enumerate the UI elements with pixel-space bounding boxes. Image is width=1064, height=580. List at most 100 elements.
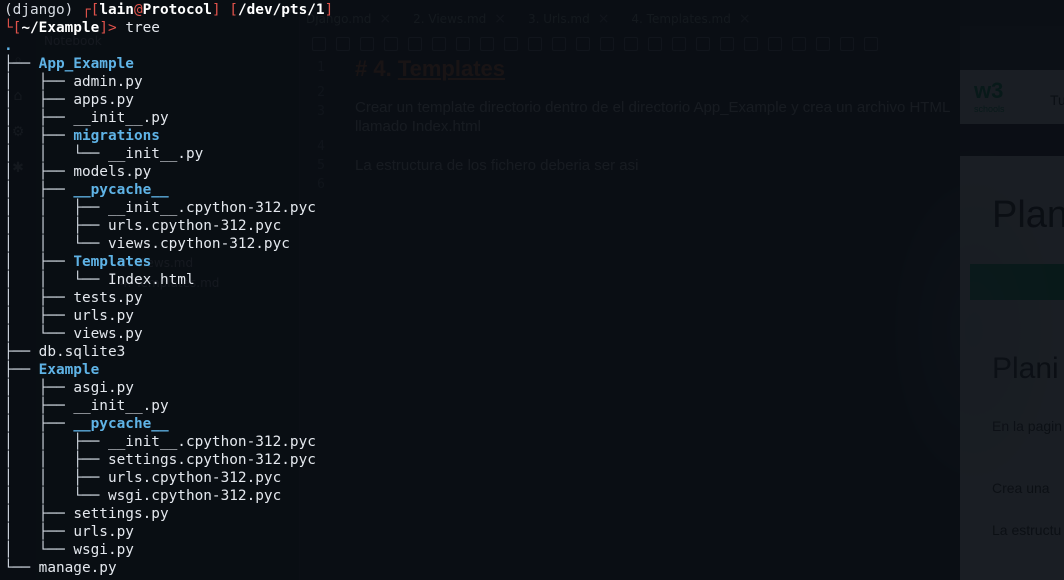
- tree-branch: │ ├──: [4, 416, 74, 432]
- prompt-bracket: ┌[: [81, 2, 100, 18]
- tree-line: │ │ ├── __init__.cpython-312.pyc: [4, 199, 316, 217]
- tree-branch: │ │ ├──: [4, 434, 108, 450]
- tree-directory-name: Templates: [73, 254, 152, 270]
- prompt-host: Protocol: [142, 2, 212, 18]
- tree-line: └── manage.py: [4, 559, 117, 577]
- tree-line: │ ├── __pycache__: [4, 181, 169, 199]
- tree-branch: │ ├──: [4, 398, 74, 414]
- tree-file-name: settings.py: [73, 506, 169, 522]
- tree-directory-name: __pycache__: [73, 416, 169, 432]
- tree-branch: │ ├──: [4, 308, 74, 324]
- tree-file-name: asgi.py: [73, 380, 134, 396]
- tree-line: │ ├── admin.py: [4, 73, 143, 91]
- tree-branch: └──: [4, 560, 39, 576]
- tree-line: │ │ ├── urls.cpython-312.pyc: [4, 469, 281, 487]
- tree-line: │ ├── urls.py: [4, 523, 134, 541]
- tree-file-name: wsgi.cpython-312.pyc: [107, 488, 282, 504]
- prompt-bracket: [: [220, 2, 238, 18]
- tree-line: ├── Example: [4, 361, 99, 379]
- tree-line: │ │ └── wsgi.cpython-312.pyc: [4, 487, 281, 505]
- tree-directory-name: __pycache__: [73, 182, 169, 198]
- tree-line: │ │ ├── settings.cpython-312.pyc: [4, 451, 316, 469]
- tree-line: │ └── wsgi.py: [4, 541, 134, 559]
- tree-line: │ ├── migrations: [4, 127, 160, 145]
- tree-file-name: apps.py: [73, 92, 134, 108]
- tree-file-name: tests.py: [73, 290, 143, 306]
- tree-file-name: settings.cpython-312.pyc: [107, 452, 316, 468]
- tree-directory-name: migrations: [73, 128, 160, 144]
- tree-branch: │ ├──: [4, 164, 74, 180]
- prompt-bracket: ]: [324, 2, 334, 18]
- tree-branch: │ ├──: [4, 506, 74, 522]
- tree-branch: │ ├──: [4, 92, 74, 108]
- tree-file-name: __init__.cpython-312.pyc: [107, 200, 316, 216]
- tree-line: │ │ └── Index.html: [4, 271, 195, 289]
- tree-line: │ ├── asgi.py: [4, 379, 134, 397]
- tree-line: │ ├── __init__.py: [4, 109, 169, 127]
- tree-branch: │ ├──: [4, 254, 74, 270]
- tree-branch: │ │ ├──: [4, 200, 108, 216]
- prompt-bracket: ]: [211, 2, 221, 18]
- tree-file-name: views.cpython-312.pyc: [107, 236, 290, 252]
- tree-file-name: urls.py: [73, 524, 134, 540]
- tree-directory-name: App_Example: [38, 56, 134, 72]
- tree-branch: ├──: [4, 344, 39, 360]
- prompt-tty: /dev/pts/1: [237, 2, 325, 18]
- tree-line: │ │ ├── urls.cpython-312.pyc: [4, 217, 281, 235]
- tree-line: │ │ └── __init__.py: [4, 145, 203, 163]
- tree-line: ├── App_Example: [4, 55, 134, 73]
- tree-file-name: views.py: [73, 326, 143, 342]
- prompt-cwd: ~/Example: [21, 20, 100, 36]
- tree-branch: │ │ └──: [4, 236, 108, 252]
- tree-line: │ └── views.py: [4, 325, 143, 343]
- tree-branch: │ │ └──: [4, 488, 108, 504]
- tree-file-name: __init__.py: [73, 398, 169, 414]
- tree-branch: │ ├──: [4, 128, 74, 144]
- tree-directory-name: Example: [38, 362, 100, 378]
- tree-branch: │ ├──: [4, 110, 74, 126]
- tree-file-name: urls.cpython-312.pyc: [107, 470, 282, 486]
- prompt-user: lain: [99, 2, 134, 18]
- tree-line: │ ├── urls.py: [4, 307, 134, 325]
- tree-file-name: models.py: [73, 164, 152, 180]
- tree-branch: │ ├──: [4, 380, 74, 396]
- tree-file-name: db.sqlite3: [38, 344, 126, 360]
- tree-line: │ ├── __init__.py: [4, 397, 169, 415]
- tree-branch: │ │ └──: [4, 272, 108, 288]
- tree-branch: ├──: [4, 362, 39, 378]
- tree-root: .: [4, 38, 13, 54]
- tree-line: │ ├── models.py: [4, 163, 151, 181]
- tree-branch: │ ├──: [4, 74, 74, 90]
- tree-file-name: wsgi.py: [73, 542, 134, 558]
- tree-file-name: urls.cpython-312.pyc: [107, 218, 282, 234]
- typed-command: tree: [125, 20, 160, 36]
- tree-branch: │ ├──: [4, 182, 74, 198]
- tree-branch: │ └──: [4, 542, 74, 558]
- tree-branch: │ │ └──: [4, 146, 108, 162]
- tree-branch: │ │ ├──: [4, 470, 108, 486]
- tree-branch: │ ├──: [4, 524, 74, 540]
- tree-branch: │ ├──: [4, 290, 74, 306]
- prompt-arrow: ]>: [99, 20, 117, 36]
- tree-line: │ ├── tests.py: [4, 289, 143, 307]
- terminal-window[interactable]: (django) ┌[lain@Protocol] [/dev/pts/1] └…: [0, 0, 1064, 580]
- tree-file-name: Index.html: [107, 272, 195, 288]
- tree-branch: │ │ ├──: [4, 218, 108, 234]
- tree-line: │ ├── settings.py: [4, 505, 169, 523]
- tree-file-name: __init__.cpython-312.pyc: [107, 434, 316, 450]
- tree-branch: │ │ ├──: [4, 452, 108, 468]
- prompt-at: @: [133, 2, 143, 18]
- tree-line: │ │ ├── __init__.cpython-312.pyc: [4, 433, 316, 451]
- tree-line: │ ├── apps.py: [4, 91, 134, 109]
- tree-branch: │ └──: [4, 326, 74, 342]
- tree-line: │ ├── __pycache__: [4, 415, 169, 433]
- prompt-line-2: └[~/Example]> tree: [4, 19, 160, 37]
- tree-line: │ │ └── views.cpython-312.pyc: [4, 235, 290, 253]
- tree-file-name: __init__.py: [107, 146, 204, 162]
- tree-file-name: manage.py: [38, 560, 117, 576]
- tree-line: │ ├── Templates: [4, 253, 151, 271]
- tree-line: ├── db.sqlite3: [4, 343, 125, 361]
- tree-file-name: __init__.py: [73, 110, 169, 126]
- tree-file-name: urls.py: [73, 308, 134, 324]
- tree-branch: ├──: [4, 56, 39, 72]
